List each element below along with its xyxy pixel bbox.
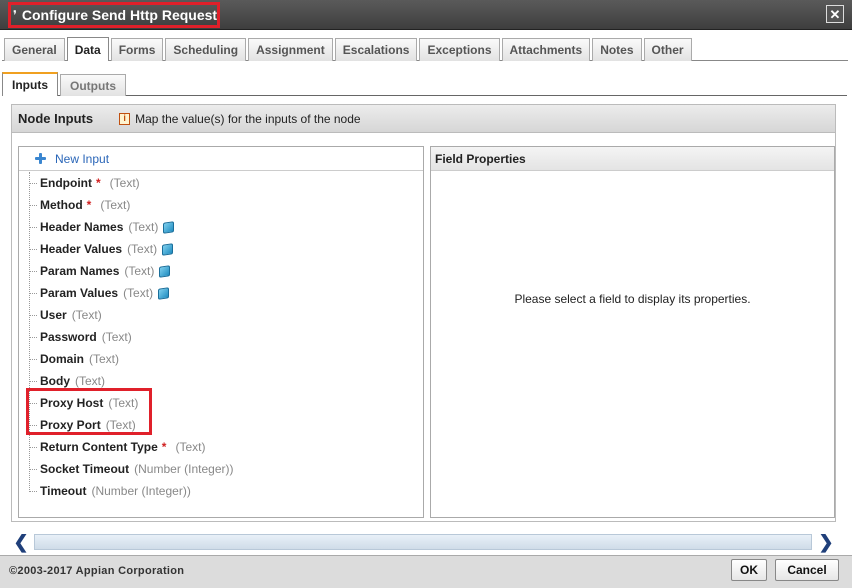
input-item-timeout[interactable]: Timeout (Number (Integer)) [19,480,423,502]
panel-header: Node Inputs i Map the value(s) for the i… [12,105,835,133]
subtab-outputs[interactable]: Outputs [60,74,126,96]
input-item-type: (Text) [123,286,154,300]
input-item-proxy-host[interactable]: Proxy Host (Text) [19,392,423,414]
input-item-type: (Text) [109,176,140,190]
tab-attachments[interactable]: Attachments [501,38,591,61]
info-icon: i [119,112,131,125]
multiple-values-icon [158,286,170,300]
field-properties-panel: Field Properties Please select a field t… [430,146,835,518]
tab-general[interactable]: General [4,38,65,61]
input-item-name: Proxy Host [40,396,104,410]
title-bar: ❜ Configure Send Http Request ✕ [0,0,852,30]
input-item-name: Header Names [40,220,124,234]
ok-button[interactable]: OK [731,559,767,581]
cancel-button[interactable]: Cancel [775,559,839,581]
input-item-header-values[interactable]: Header Values (Text) [19,238,423,260]
title-highlight: ❜ Configure Send Http Request [8,2,220,28]
input-item-name: Body [40,374,70,388]
chevron-left-icon[interactable]: ❮ [11,532,31,552]
input-item-type: (Text) [71,308,102,322]
input-item-socket-timeout[interactable]: Socket Timeout (Number (Integer)) [19,458,423,480]
document-icon: ❜ [13,8,17,22]
new-input-row[interactable]: New Input [19,147,423,171]
input-item-name: Timeout [40,484,87,498]
tab-other[interactable]: Other [643,38,692,61]
input-item-password[interactable]: Password (Text) [19,326,423,348]
input-item-type: (Text) [105,418,136,432]
required-marker: * [86,198,92,212]
tab-scheduling[interactable]: Scheduling [165,38,247,61]
chevron-right-icon[interactable]: ❯ [816,532,836,552]
input-item-endpoint[interactable]: Endpoint * (Text) [19,172,423,194]
input-item-body[interactable]: Body (Text) [19,370,423,392]
input-item-name: Password [40,330,97,344]
input-item-name: Header Values [40,242,123,256]
main-tabs: General Data Forms Scheduling Assignment… [4,37,694,61]
tab-assignment[interactable]: Assignment [248,38,333,61]
tab-exceptions[interactable]: Exceptions [419,38,500,61]
scroll-track[interactable] [34,534,812,550]
input-item-type: (Text) [124,264,155,278]
input-item-type: (Number (Integer)) [91,484,191,498]
input-item-type: (Text) [128,220,159,234]
panel-title: Node Inputs [18,111,94,126]
plus-icon [34,152,47,165]
panel-hint: Map the value(s) for the inputs of the n… [135,111,361,126]
input-item-type: (Text) [75,374,105,388]
input-item-name: Param Values [40,286,119,300]
input-item-type: (Text) [108,396,139,410]
tab-data[interactable]: Data [66,37,109,61]
input-item-type: (Number (Integer)) [134,462,234,476]
new-input-link[interactable]: New Input [55,152,109,166]
input-item-type: (Text) [101,330,132,344]
copyright: ©2003-2017 Appian Corporation [9,565,185,577]
tab-forms[interactable]: Forms [110,38,164,61]
inputs-tree: New Input Endpoint * (Text) Method * (Text) He… [18,146,424,518]
input-item-type: (Text) [127,242,158,256]
input-item-param-names[interactable]: Param Names (Text) [19,260,423,282]
input-item-type: (Text) [100,198,131,212]
input-item-return-content-type[interactable]: Return Content Type * (Text) [19,436,423,458]
field-properties-title: Field Properties [431,147,834,171]
input-item-name: Proxy Port [40,418,101,432]
input-item-name: Method [40,198,83,212]
input-item-proxy-port[interactable]: Proxy Port (Text) [19,414,423,436]
empty-properties-message: Please select a field to display its pro… [514,292,751,306]
subtab-divider [2,95,847,96]
input-item-type: (Text) [89,352,120,366]
multiple-values-icon [162,242,174,256]
input-item-user[interactable]: User (Text) [19,304,423,326]
subtab-inputs[interactable]: Inputs [2,72,58,96]
dialog-footer: ©2003-2017 Appian Corporation OK Cancel [0,555,852,588]
input-item-name: Return Content Type [40,440,158,454]
input-item-name: User [40,308,67,322]
required-marker: * [161,440,167,454]
input-item-type: (Text) [175,440,206,454]
input-item-name: Domain [40,352,85,366]
input-item-domain[interactable]: Domain (Text) [19,348,423,370]
input-item-header-names[interactable]: Header Names (Text) [19,216,423,238]
multiple-values-icon [159,264,171,278]
tab-notes[interactable]: Notes [592,38,642,61]
input-item-name: Param Names [40,264,120,278]
horizontal-scrollbar[interactable]: ❮ ❯ [11,532,836,552]
required-marker: * [95,176,101,190]
multiple-values-icon [163,220,175,234]
close-button[interactable]: ✕ [826,5,844,23]
tree-list: Endpoint * (Text) Method * (Text) Header Names… [19,172,423,502]
input-item-method[interactable]: Method * (Text) [19,194,423,216]
input-item-param-values[interactable]: Param Values (Text) [19,282,423,304]
sub-tabs: Inputs Outputs [2,72,128,96]
input-item-name: Endpoint [40,176,92,190]
input-item-name: Socket Timeout [40,462,130,476]
window-title: Configure Send Http Request [21,7,218,23]
close-icon: ✕ [829,6,841,22]
tab-escalations[interactable]: Escalations [334,38,418,61]
